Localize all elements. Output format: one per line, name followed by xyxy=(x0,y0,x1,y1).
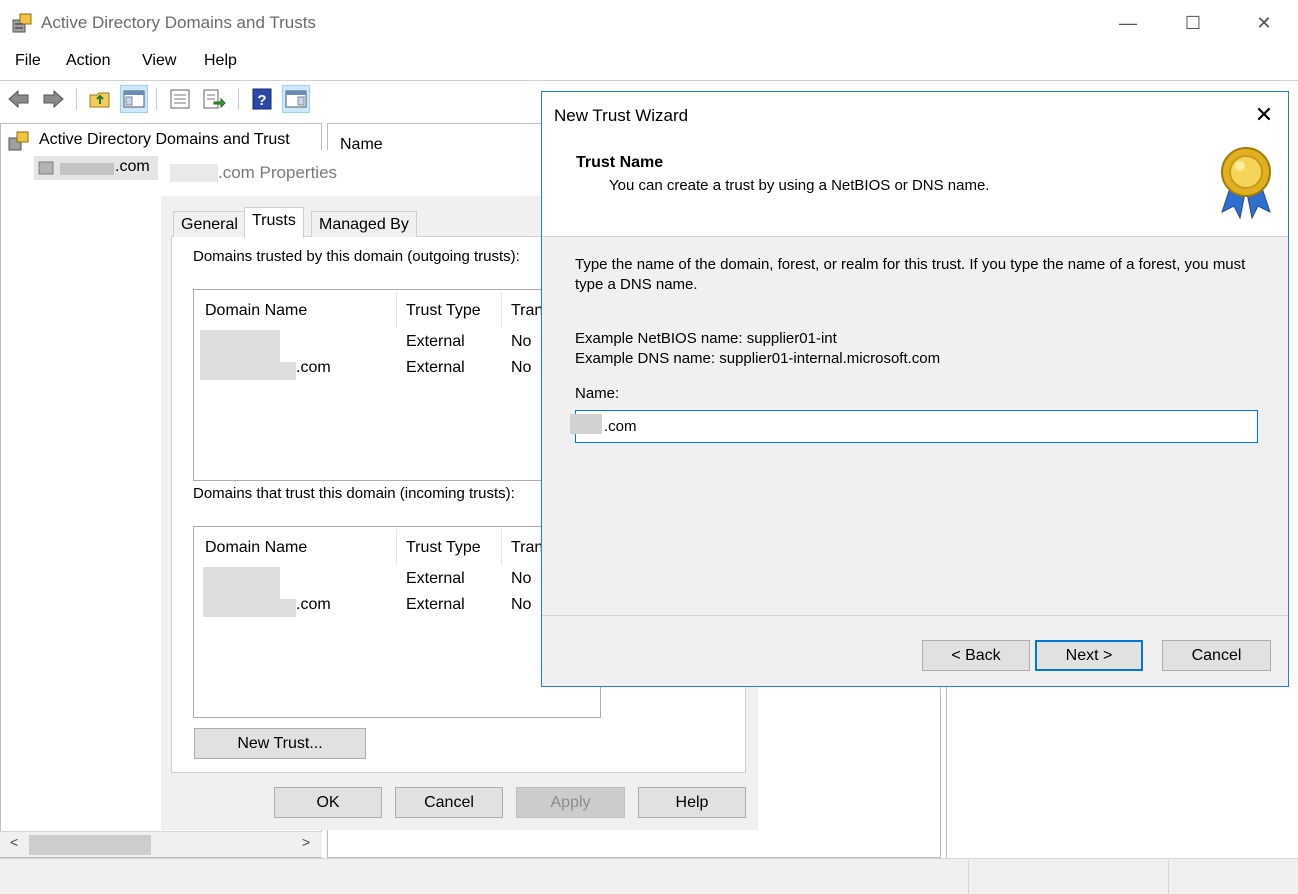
domain-icon xyxy=(38,161,54,175)
window-title: Active Directory Domains and Trusts xyxy=(41,13,316,32)
minimize-icon[interactable]: — xyxy=(1113,10,1143,36)
status-divider xyxy=(968,860,969,894)
col-domain-name[interactable]: Domain Name xyxy=(205,302,307,320)
scroll-left-icon[interactable]: < xyxy=(10,834,18,850)
redacted-domain-names xyxy=(280,599,296,617)
name-label: Name: xyxy=(575,385,620,402)
col-trust-type[interactable]: Trust Type xyxy=(406,302,481,320)
col-transitive[interactable]: Tran xyxy=(511,302,543,320)
wizard-title: New Trust Wizard xyxy=(554,106,689,125)
show-tree-icon[interactable] xyxy=(120,85,148,113)
redacted-domain-name xyxy=(570,414,602,434)
outgoing-row2-type: External xyxy=(406,359,465,376)
incoming-row1-type: External xyxy=(406,570,465,587)
redacted-domain-name xyxy=(170,164,218,182)
example-dns: Example DNS name: supplier01-internal.mi… xyxy=(575,350,941,367)
redacted-domain-name xyxy=(60,163,114,175)
properties-title: .com Properties xyxy=(218,163,338,182)
action-pane-icon[interactable] xyxy=(282,85,310,113)
col-trust-type[interactable]: Trust Type xyxy=(406,539,481,557)
next-button[interactable]: Next > xyxy=(1035,640,1143,671)
ad-domains-trusts-app-icon xyxy=(12,13,32,33)
properties-icon[interactable] xyxy=(167,86,193,112)
incoming-row1-transitive: No xyxy=(511,570,532,587)
award-badge-icon xyxy=(1221,147,1271,220)
help-button[interactable]: Help xyxy=(638,787,746,818)
tree-item-domain-label: .com xyxy=(115,158,150,175)
outgoing-row2-transitive: No xyxy=(511,359,532,376)
scroll-right-icon[interactable]: > xyxy=(302,834,310,850)
incoming-row2-type: External xyxy=(406,596,465,613)
tab-trusts[interactable]: Trusts xyxy=(244,207,304,238)
incoming-row2-transitive: No xyxy=(511,596,532,613)
apply-button[interactable]: Apply xyxy=(516,787,625,818)
help-icon[interactable]: ? xyxy=(249,86,275,112)
up-folder-icon[interactable] xyxy=(87,86,113,112)
close-icon[interactable]: ✕ xyxy=(1249,10,1279,36)
wizard-step-title: Trust Name xyxy=(576,154,664,171)
back-button[interactable]: < Back xyxy=(922,640,1030,671)
back-arrow-icon[interactable] xyxy=(6,86,32,112)
menu-bar xyxy=(0,46,1298,78)
trust-name-input[interactable] xyxy=(575,410,1258,443)
toolbar-divider xyxy=(156,88,157,110)
menu-file[interactable]: File xyxy=(15,52,41,70)
column-divider xyxy=(396,529,397,565)
svg-text:?: ? xyxy=(257,92,266,109)
outgoing-trusts-label: Domains trusted by this domain (outgoing… xyxy=(193,248,520,265)
outgoing-row1-type: External xyxy=(406,333,465,350)
ok-button[interactable]: OK xyxy=(274,787,382,818)
redacted-domain-names xyxy=(200,330,280,380)
toolbar-divider xyxy=(76,88,77,110)
cancel-button[interactable]: Cancel xyxy=(395,787,503,818)
col-transitive[interactable]: Tran xyxy=(511,539,543,557)
tab-managed-by[interactable]: Managed By xyxy=(311,211,417,237)
col-domain-name[interactable]: Domain Name xyxy=(205,539,307,557)
menu-help[interactable]: Help xyxy=(204,52,237,70)
new-trust-button[interactable]: New Trust... xyxy=(194,728,366,759)
export-list-icon[interactable] xyxy=(201,86,227,112)
example-netbios: Example NetBIOS name: supplier01-int xyxy=(575,330,837,347)
outgoing-row2-domain: .com xyxy=(296,359,331,376)
redacted-domain-names xyxy=(203,567,280,617)
wizard-step-subtitle: You can create a trust by using a NetBIO… xyxy=(609,177,990,194)
incoming-row2-domain: .com xyxy=(296,596,331,613)
incoming-trusts-label: Domains that trust this domain (incoming… xyxy=(193,485,515,502)
wizard-description: Type the name of the domain, forest, or … xyxy=(575,256,1246,293)
column-divider xyxy=(396,292,397,328)
status-divider xyxy=(1168,860,1169,894)
forward-arrow-icon[interactable] xyxy=(40,86,66,112)
status-bar xyxy=(0,858,1298,894)
tab-general[interactable]: General xyxy=(173,211,246,237)
column-divider xyxy=(501,529,502,565)
ad-domains-trusts-icon xyxy=(8,131,29,151)
maximize-icon[interactable]: ☐ xyxy=(1178,10,1208,36)
menu-view[interactable]: View xyxy=(142,52,176,70)
wizard-footer-divider xyxy=(542,615,1288,616)
menu-action[interactable]: Action xyxy=(66,52,110,70)
redacted-domain-names xyxy=(280,362,296,380)
column-divider xyxy=(501,292,502,328)
outgoing-row1-transitive: No xyxy=(511,333,532,350)
toolbar-divider xyxy=(238,88,239,110)
tree-root-label[interactable]: Active Directory Domains and Trust xyxy=(39,131,290,149)
wizard-cancel-button[interactable]: Cancel xyxy=(1162,640,1271,671)
wizard-close-icon[interactable]: ✕ xyxy=(1250,102,1278,128)
scrollbar-thumb[interactable] xyxy=(29,835,151,855)
